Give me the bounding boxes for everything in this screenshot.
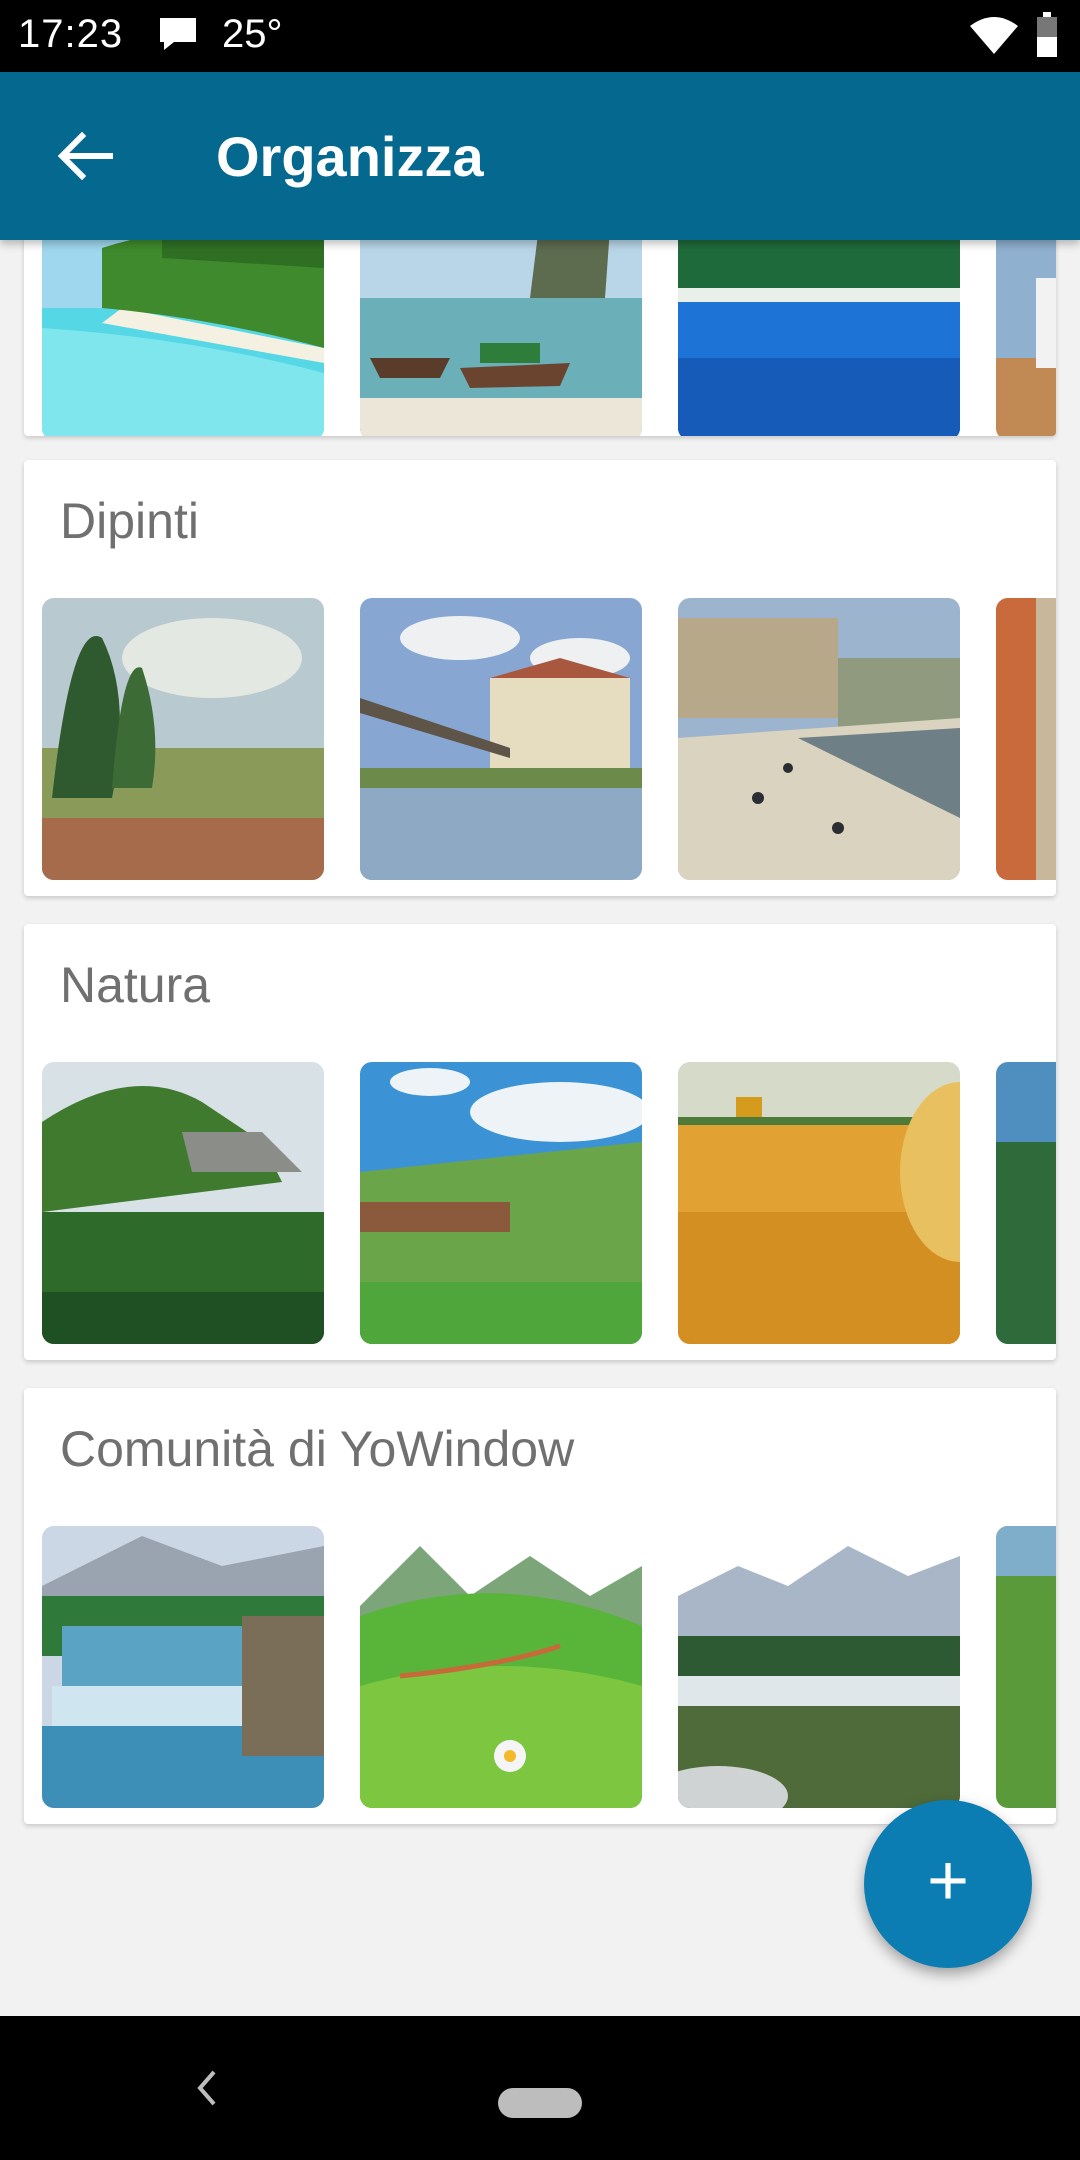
nav-home-pill[interactable] — [498, 2088, 582, 2118]
collection-card-beaches — [24, 240, 1056, 436]
thumbnail-row[interactable] — [42, 1062, 1056, 1344]
thumbnail-painting-street[interactable] — [996, 598, 1056, 880]
thumbnail-boats-rock[interactable] — [360, 240, 642, 436]
status-temperature: 25° — [222, 12, 283, 56]
add-button-label: + — [926, 1841, 970, 1921]
thumbnail-nature-cliff[interactable] — [42, 1062, 324, 1344]
app-bar: Organizza — [0, 72, 1080, 240]
thumbnail-snowy-mountains[interactable] — [678, 1526, 960, 1808]
section-title-dipinti: Dipinti — [60, 493, 199, 549]
message-icon — [160, 18, 196, 50]
system-navigation-bar — [0, 2016, 1080, 2160]
wifi-icon — [970, 17, 1018, 54]
thumbnail-nature-viaduct[interactable] — [360, 1062, 642, 1344]
collection-card-natura: Natura — [24, 924, 1056, 1360]
thumbnail-island-sea[interactable] — [678, 240, 960, 436]
collection-card-comunita: Comunità di YoWindow — [24, 1388, 1056, 1824]
thumbnail-nature-valley[interactable] — [996, 1062, 1056, 1344]
add-button[interactable]: + — [864, 1800, 1032, 1968]
status-time: 17:23 — [18, 12, 124, 56]
section-title-natura: Natura — [60, 957, 211, 1013]
thumbnail-painting-city[interactable] — [678, 598, 960, 880]
thumbnail-row[interactable] — [42, 1526, 1056, 1808]
back-arrow-icon[interactable] — [54, 128, 114, 184]
section-title-comunita: Comunità di YoWindow — [60, 1421, 575, 1477]
status-bar: 17:23 25° — [0, 0, 1080, 72]
thumbnail-beach-palms[interactable] — [42, 240, 324, 436]
battery-icon — [1037, 12, 1057, 57]
thumbnail-row[interactable] — [42, 598, 1056, 880]
page-title: Organizza — [216, 125, 484, 188]
collections-list[interactable]: Dipinti Natura Comunità di YoWindow — [0, 240, 1080, 2016]
thumbnail-waterfall[interactable] — [42, 1526, 324, 1808]
thumbnail-meadow[interactable] — [360, 1526, 642, 1808]
thumbnail-row[interactable] — [42, 240, 1056, 436]
thumbnail-lighthouse[interactable] — [996, 240, 1056, 436]
thumbnail-painting-field[interactable] — [42, 598, 324, 880]
collection-card-dipinti: Dipinti — [24, 460, 1056, 896]
thumbnail-painting-bridge[interactable] — [360, 598, 642, 880]
nav-back-icon[interactable] — [190, 2064, 222, 2112]
thumbnail-flower-field[interactable] — [996, 1526, 1056, 1808]
thumbnail-nature-wheat[interactable] — [678, 1062, 960, 1344]
